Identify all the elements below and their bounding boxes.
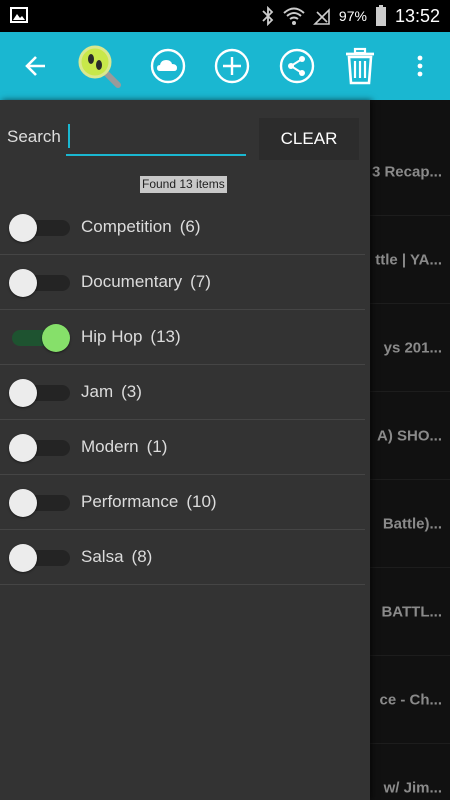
filter-item-jam: Jam (3) xyxy=(0,365,365,420)
filter-count: (1) xyxy=(146,437,168,456)
toggle-thumb xyxy=(9,488,37,517)
toggle-thumb xyxy=(42,323,70,352)
filter-label: Competition xyxy=(81,217,172,236)
filter-count: (6) xyxy=(179,217,201,236)
overflow-menu-button[interactable] xyxy=(400,32,440,100)
toggle-thumb xyxy=(9,433,37,462)
filter-toggle[interactable] xyxy=(8,365,78,420)
search-button[interactable] xyxy=(74,32,124,100)
list-item-title: Battle)... xyxy=(382,515,442,532)
filter-label: Jam xyxy=(81,382,114,401)
filter-item-competition: Competition (6) xyxy=(0,200,365,255)
share-button[interactable] xyxy=(275,32,319,100)
filter-count: (7) xyxy=(190,272,211,291)
toggle-thumb xyxy=(9,213,37,242)
filter-toggle[interactable] xyxy=(8,530,78,585)
gallery-icon xyxy=(10,7,28,23)
filter-label: Modern xyxy=(81,437,139,456)
filter-item-documentary: Documentary (7) xyxy=(0,255,365,310)
filter-count: (10) xyxy=(186,492,217,511)
filter-toggle[interactable] xyxy=(8,255,78,310)
toggle-thumb xyxy=(9,543,37,572)
app-toolbar xyxy=(0,32,450,100)
add-icon xyxy=(214,48,250,84)
clear-button[interactable]: CLEAR xyxy=(259,118,359,160)
cloud-button[interactable] xyxy=(146,32,190,100)
filter-count: (13) xyxy=(150,327,181,346)
search-footprints-icon xyxy=(78,45,121,88)
add-button[interactable] xyxy=(210,32,254,100)
list-item-title: A) SHO... xyxy=(376,427,442,444)
list-item-title: BATTL... xyxy=(381,603,442,620)
list-item-title: ttle | YA... xyxy=(375,251,442,268)
wifi-icon xyxy=(283,7,305,25)
cloud-icon xyxy=(150,48,186,84)
text-cursor xyxy=(68,124,70,148)
signal-off-icon xyxy=(312,8,330,25)
filter-count: (3) xyxy=(121,382,142,401)
filter-toggle[interactable] xyxy=(8,475,78,530)
status-bar: 97% 13:52 xyxy=(0,0,450,32)
more-vert-icon xyxy=(417,55,423,77)
list-item-title: ce - Ch... xyxy=(379,691,442,708)
results-count: Found 13 items xyxy=(140,176,227,193)
filter-label: Hip Hop xyxy=(81,327,143,346)
search-label: Search xyxy=(7,127,61,146)
filter-toggle[interactable] xyxy=(8,310,78,365)
clock: 13:52 xyxy=(394,5,440,26)
toggle-thumb xyxy=(9,378,37,407)
filter-label: Salsa xyxy=(81,547,124,566)
trash-icon xyxy=(346,47,374,85)
delete-button[interactable] xyxy=(338,32,382,100)
filter-drawer: Search CLEAR Found 13 items Competition (… xyxy=(0,100,370,800)
search-input[interactable] xyxy=(66,118,246,156)
bluetooth-icon xyxy=(262,6,274,26)
list-item-title: 3 Recap... xyxy=(371,163,442,180)
filter-item-salsa: Salsa (8) xyxy=(0,530,365,585)
back-button[interactable] xyxy=(14,32,58,100)
filter-label: Documentary xyxy=(81,272,183,291)
share-icon xyxy=(279,48,315,84)
filter-item-performance: Performance (10) xyxy=(0,475,365,530)
filter-toggle[interactable] xyxy=(8,420,78,475)
filter-item-modern: Modern (1) xyxy=(0,420,365,475)
list-item-title: ys 201... xyxy=(383,339,442,356)
filter-list: Competition (6) Documentary (7) Hip Hop (13… xyxy=(0,200,365,585)
filter-item-hip-hop: Hip Hop (13) xyxy=(0,310,365,365)
filter-toggle[interactable] xyxy=(8,200,78,255)
filter-label: Performance xyxy=(81,492,179,511)
battery-icon xyxy=(375,5,386,26)
back-arrow-icon xyxy=(25,56,45,76)
toggle-thumb xyxy=(9,268,37,297)
battery-percent: 97% xyxy=(338,8,367,24)
filter-count: (8) xyxy=(131,547,153,566)
list-item-title: w/ Jim... xyxy=(383,779,442,796)
